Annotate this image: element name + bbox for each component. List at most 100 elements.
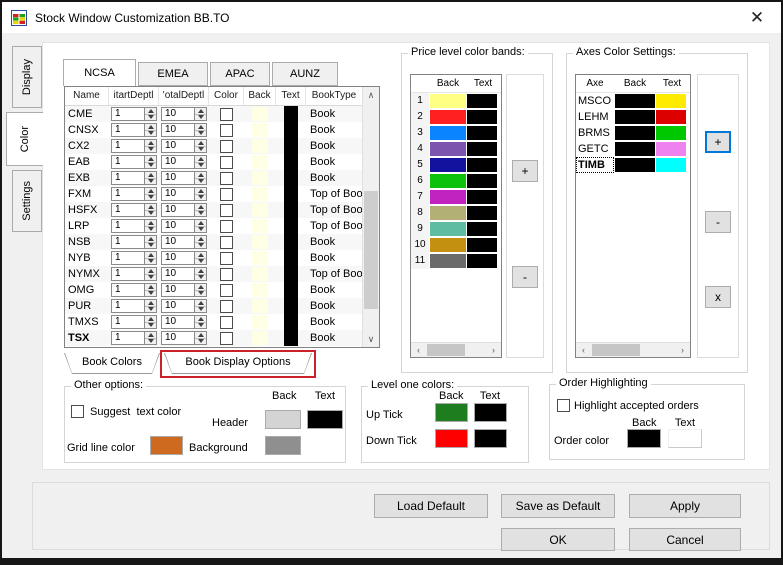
- spin-down-icon[interactable]: [145, 226, 156, 233]
- text-color-swatch[interactable]: [284, 330, 298, 346]
- order-back-swatch[interactable]: [627, 429, 661, 448]
- band-back-swatch[interactable]: [430, 206, 466, 220]
- scroll-left-icon[interactable]: ‹: [576, 343, 591, 357]
- highlight-accepted-orders-checkbox[interactable]: [557, 399, 570, 412]
- back-color-swatch[interactable]: [252, 219, 268, 233]
- spin-down-icon[interactable]: [145, 162, 156, 169]
- back-color-swatch[interactable]: [252, 235, 268, 249]
- tab-color[interactable]: Color: [6, 112, 43, 166]
- color-checkbox[interactable]: [220, 316, 233, 329]
- scroll-left-icon[interactable]: ‹: [411, 343, 426, 357]
- spin-down-icon[interactable]: [145, 306, 156, 313]
- axis-back-swatch[interactable]: [615, 142, 655, 156]
- start-depth-stepper[interactable]: 1: [109, 107, 159, 121]
- color-checkbox[interactable]: [220, 108, 233, 121]
- up-tick-back-swatch[interactable]: [435, 403, 468, 422]
- spin-down-icon[interactable]: [195, 226, 206, 233]
- spin-down-icon[interactable]: [195, 194, 206, 201]
- back-color-swatch[interactable]: [252, 187, 268, 201]
- total-depth-stepper[interactable]: 10: [159, 331, 209, 345]
- start-depth-stepper[interactable]: 1: [109, 251, 159, 265]
- start-depth-stepper[interactable]: 1: [109, 171, 159, 185]
- tab-settings[interactable]: Settings: [12, 170, 42, 232]
- back-color-swatch[interactable]: [252, 203, 268, 217]
- band-back-swatch[interactable]: [430, 158, 466, 172]
- total-depth-stepper[interactable]: 10: [159, 219, 209, 233]
- band-text-swatch[interactable]: [467, 254, 497, 268]
- text-color-swatch[interactable]: [284, 170, 298, 186]
- tab-aunz[interactable]: AUNZ: [272, 62, 338, 86]
- spin-down-icon[interactable]: [195, 274, 206, 281]
- axis-back-swatch[interactable]: [615, 126, 655, 140]
- total-depth-stepper[interactable]: 10: [159, 139, 209, 153]
- header-back-swatch[interactable]: [265, 410, 301, 429]
- band-text-swatch[interactable]: [467, 126, 497, 140]
- spin-down-icon[interactable]: [145, 242, 156, 249]
- axis-text-swatch[interactable]: [656, 110, 686, 124]
- spin-down-icon[interactable]: [145, 194, 156, 201]
- text-color-swatch[interactable]: [284, 202, 298, 218]
- scroll-right-icon[interactable]: ›: [486, 343, 501, 357]
- text-color-swatch[interactable]: [284, 298, 298, 314]
- table-scrollbar[interactable]: ∧ ∨: [362, 87, 379, 347]
- axis-back-swatch[interactable]: [615, 110, 655, 124]
- spin-down-icon[interactable]: [195, 114, 206, 121]
- band-text-swatch[interactable]: [467, 238, 497, 252]
- band-text-swatch[interactable]: [467, 206, 497, 220]
- suggest-text-color-checkbox[interactable]: [71, 405, 84, 418]
- axis-text-swatch[interactable]: [656, 142, 686, 156]
- start-depth-stepper[interactable]: 1: [109, 219, 159, 233]
- start-depth-stepper[interactable]: 1: [109, 235, 159, 249]
- spin-down-icon[interactable]: [195, 242, 206, 249]
- band-text-swatch[interactable]: [467, 142, 497, 156]
- start-depth-stepper[interactable]: 1: [109, 315, 159, 329]
- text-color-swatch[interactable]: [284, 266, 298, 282]
- spin-down-icon[interactable]: [145, 146, 156, 153]
- tab-emea[interactable]: EMEA: [138, 62, 208, 86]
- color-checkbox[interactable]: [220, 284, 233, 297]
- scroll-up-icon[interactable]: ∧: [363, 87, 379, 103]
- total-depth-stepper[interactable]: 10: [159, 299, 209, 313]
- band-text-swatch[interactable]: [467, 158, 497, 172]
- total-depth-stepper[interactable]: 10: [159, 267, 209, 281]
- delete-axis-button[interactable]: x: [705, 286, 731, 308]
- back-color-swatch[interactable]: [252, 251, 268, 265]
- scrollbar-thumb[interactable]: [592, 344, 640, 356]
- text-color-swatch[interactable]: [284, 138, 298, 154]
- total-depth-stepper[interactable]: 10: [159, 155, 209, 169]
- color-checkbox[interactable]: [220, 268, 233, 281]
- back-color-swatch[interactable]: [252, 107, 268, 121]
- color-checkbox[interactable]: [220, 156, 233, 169]
- spin-down-icon[interactable]: [145, 114, 156, 121]
- text-color-swatch[interactable]: [284, 106, 298, 122]
- axis-text-swatch[interactable]: [656, 158, 686, 172]
- band-text-swatch[interactable]: [467, 190, 497, 204]
- start-depth-stepper[interactable]: 1: [109, 155, 159, 169]
- text-color-swatch[interactable]: [284, 314, 298, 330]
- band-back-swatch[interactable]: [430, 110, 466, 124]
- tab-book-colors[interactable]: Book Colors: [64, 353, 160, 374]
- save-as-default-button[interactable]: Save as Default: [501, 494, 615, 518]
- color-checkbox[interactable]: [220, 252, 233, 265]
- band-text-swatch[interactable]: [467, 110, 497, 124]
- back-color-swatch[interactable]: [252, 267, 268, 281]
- color-checkbox[interactable]: [220, 204, 233, 217]
- down-tick-back-swatch[interactable]: [435, 429, 468, 448]
- spin-down-icon[interactable]: [195, 146, 206, 153]
- spin-down-icon[interactable]: [195, 210, 206, 217]
- color-checkbox[interactable]: [220, 236, 233, 249]
- text-color-swatch[interactable]: [284, 154, 298, 170]
- total-depth-stepper[interactable]: 10: [159, 187, 209, 201]
- back-color-swatch[interactable]: [252, 123, 268, 137]
- start-depth-stepper[interactable]: 1: [109, 283, 159, 297]
- spin-down-icon[interactable]: [145, 210, 156, 217]
- total-depth-stepper[interactable]: 10: [159, 107, 209, 121]
- color-checkbox[interactable]: [220, 220, 233, 233]
- total-depth-stepper[interactable]: 10: [159, 171, 209, 185]
- spin-down-icon[interactable]: [195, 338, 206, 345]
- start-depth-stepper[interactable]: 1: [109, 203, 159, 217]
- close-icon[interactable]: ✕: [745, 6, 769, 30]
- spin-down-icon[interactable]: [195, 258, 206, 265]
- spin-down-icon[interactable]: [145, 322, 156, 329]
- band-back-swatch[interactable]: [430, 222, 466, 236]
